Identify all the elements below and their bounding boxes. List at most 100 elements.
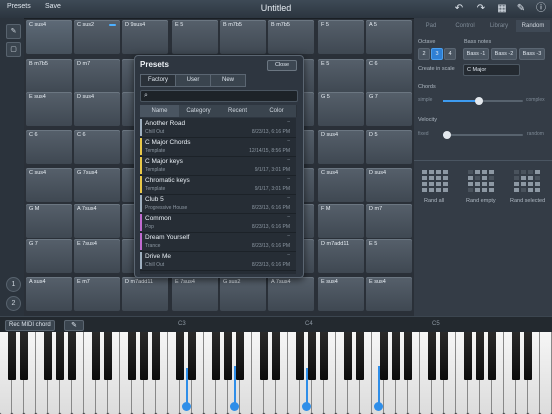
preset-row[interactable]: Another Road Chill Out 8/23/13, 6:16 PM –: [140, 118, 296, 138]
chord-pad[interactable]: G 7: [366, 92, 412, 126]
chords-slider[interactable]: [443, 97, 523, 105]
black-key[interactable]: [128, 332, 136, 380]
black-key[interactable]: [152, 332, 160, 380]
chord-pad[interactable]: A sus4: [26, 277, 72, 311]
chord-pad[interactable]: D sus4: [74, 92, 120, 126]
black-key[interactable]: [404, 332, 412, 380]
octave-option-2[interactable]: 2: [418, 48, 430, 60]
wrench-icon[interactable]: ✎: [515, 3, 527, 14]
bass-minus-3-button[interactable]: Bass -3: [519, 48, 545, 60]
preset-row[interactable]: Drive Me Chill Out 8/23/13, 6:16 PM –: [140, 251, 296, 271]
black-key[interactable]: [56, 332, 64, 380]
column-recent[interactable]: Recent: [218, 105, 258, 117]
piano-keyboard[interactable]: [0, 332, 552, 414]
black-key[interactable]: [236, 332, 244, 380]
chord-pad[interactable]: E sus4: [366, 277, 412, 311]
rand-empty-label[interactable]: Rand empty: [466, 198, 496, 204]
chord-pad[interactable]: E 7sus4: [172, 277, 218, 311]
black-key[interactable]: [8, 332, 16, 380]
black-key[interactable]: [488, 332, 496, 380]
black-key[interactable]: [308, 332, 316, 380]
tab-control[interactable]: Control: [448, 20, 482, 32]
preset-row[interactable]: C Major Chords Template 12/14/15, 8:56 PM –: [140, 137, 296, 157]
column-name[interactable]: Name: [140, 105, 180, 117]
velocity-slider[interactable]: [443, 131, 523, 139]
black-key[interactable]: [224, 332, 232, 380]
chord-pad[interactable]: E 5: [366, 239, 412, 273]
black-key[interactable]: [344, 332, 352, 380]
black-key[interactable]: [272, 332, 280, 380]
black-key[interactable]: [380, 332, 388, 380]
chord-pad[interactable]: B m7b5: [220, 20, 266, 54]
black-key[interactable]: [512, 332, 520, 380]
white-key[interactable]: [540, 332, 552, 414]
rand-selected-icon[interactable]: [514, 170, 540, 196]
chord-pad[interactable]: G M: [26, 204, 72, 238]
black-key[interactable]: [104, 332, 112, 380]
velocity-slider-knob[interactable]: [443, 131, 451, 139]
black-key[interactable]: [20, 332, 28, 380]
chord-pad[interactable]: B m7b5: [26, 59, 72, 93]
black-key[interactable]: [44, 332, 52, 380]
segment-new[interactable]: New: [210, 74, 246, 87]
chord-pad[interactable]: E 7sus4: [74, 239, 120, 273]
chord-pad[interactable]: E 5: [318, 59, 364, 93]
pencil-icon[interactable]: ✎: [64, 320, 84, 331]
chord-pad[interactable]: D m7add11: [318, 239, 364, 273]
black-key[interactable]: [68, 332, 76, 380]
rec-midi-chord-button[interactable]: Rec MIDI chord: [5, 320, 55, 331]
edit-tool-icon[interactable]: ✎: [6, 24, 21, 39]
info-icon[interactable]: ⓘ: [535, 3, 547, 14]
tab-pad[interactable]: Pad: [414, 20, 448, 32]
chord-pad[interactable]: A 5: [366, 20, 412, 54]
chord-pad[interactable]: D sus4: [318, 130, 364, 164]
chord-pad[interactable]: A 7sus4: [74, 204, 120, 238]
preset-row[interactable]: Club 5 Progressive House 8/23/13, 6:16 PM –: [140, 194, 296, 214]
black-key[interactable]: [476, 332, 484, 380]
chord-pad[interactable]: D m7: [74, 59, 120, 93]
chord-pad[interactable]: C sus4: [26, 20, 72, 54]
black-key[interactable]: [392, 332, 400, 380]
redo-icon[interactable]: ↷: [475, 3, 487, 14]
bass-minus-2-button[interactable]: Bass -2: [491, 48, 517, 60]
black-key[interactable]: [440, 332, 448, 380]
black-key[interactable]: [176, 332, 184, 380]
preset-row[interactable]: Common Pop 8/23/13, 6:16 PM –: [140, 213, 296, 233]
chord-pad[interactable]: C 6: [366, 59, 412, 93]
chord-pad[interactable]: B m7b5: [268, 20, 314, 54]
chord-pad[interactable]: G sus2: [220, 277, 266, 311]
bass-minus-1-button[interactable]: Bass -1: [463, 48, 489, 60]
close-button[interactable]: Close: [267, 60, 297, 71]
grid-icon[interactable]: ▦: [496, 3, 508, 14]
chord-pad[interactable]: D 5: [366, 130, 412, 164]
chord-pad[interactable]: G 7: [26, 239, 72, 273]
tab-library[interactable]: Library: [482, 20, 516, 32]
black-key[interactable]: [296, 332, 304, 380]
chord-pad[interactable]: D m7: [366, 204, 412, 238]
preset-row[interactable]: Dream Yourself Trance 8/23/13, 6:16 PM –: [140, 232, 296, 252]
chord-pad[interactable]: C sus4: [318, 168, 364, 202]
black-key[interactable]: [188, 332, 196, 380]
chord-pad[interactable]: C sus2: [74, 20, 120, 54]
octave-option-4[interactable]: 4: [444, 48, 456, 60]
black-key[interactable]: [140, 332, 148, 380]
chords-slider-knob[interactable]: [475, 97, 483, 105]
rand-all-label[interactable]: Rand all: [424, 198, 444, 204]
black-key[interactable]: [92, 332, 100, 380]
black-key[interactable]: [428, 332, 436, 380]
select-tool-icon[interactable]: ▢: [6, 42, 21, 57]
black-key[interactable]: [212, 332, 220, 380]
chord-pad[interactable]: D 9sus4: [122, 20, 168, 54]
chord-pad[interactable]: D m7add11: [122, 277, 168, 311]
chord-pad[interactable]: C 6: [74, 130, 120, 164]
search-input[interactable]: ⌕: [140, 90, 298, 102]
black-key[interactable]: [260, 332, 268, 380]
page-1-button[interactable]: 1: [6, 277, 21, 292]
chord-pad[interactable]: E m7: [74, 277, 120, 311]
rand-selected-label[interactable]: Rand selected: [510, 198, 545, 204]
chord-pad[interactable]: F 5: [318, 20, 364, 54]
black-key[interactable]: [524, 332, 532, 380]
black-key[interactable]: [464, 332, 472, 380]
black-key[interactable]: [320, 332, 328, 380]
rand-empty-icon[interactable]: [468, 170, 494, 196]
